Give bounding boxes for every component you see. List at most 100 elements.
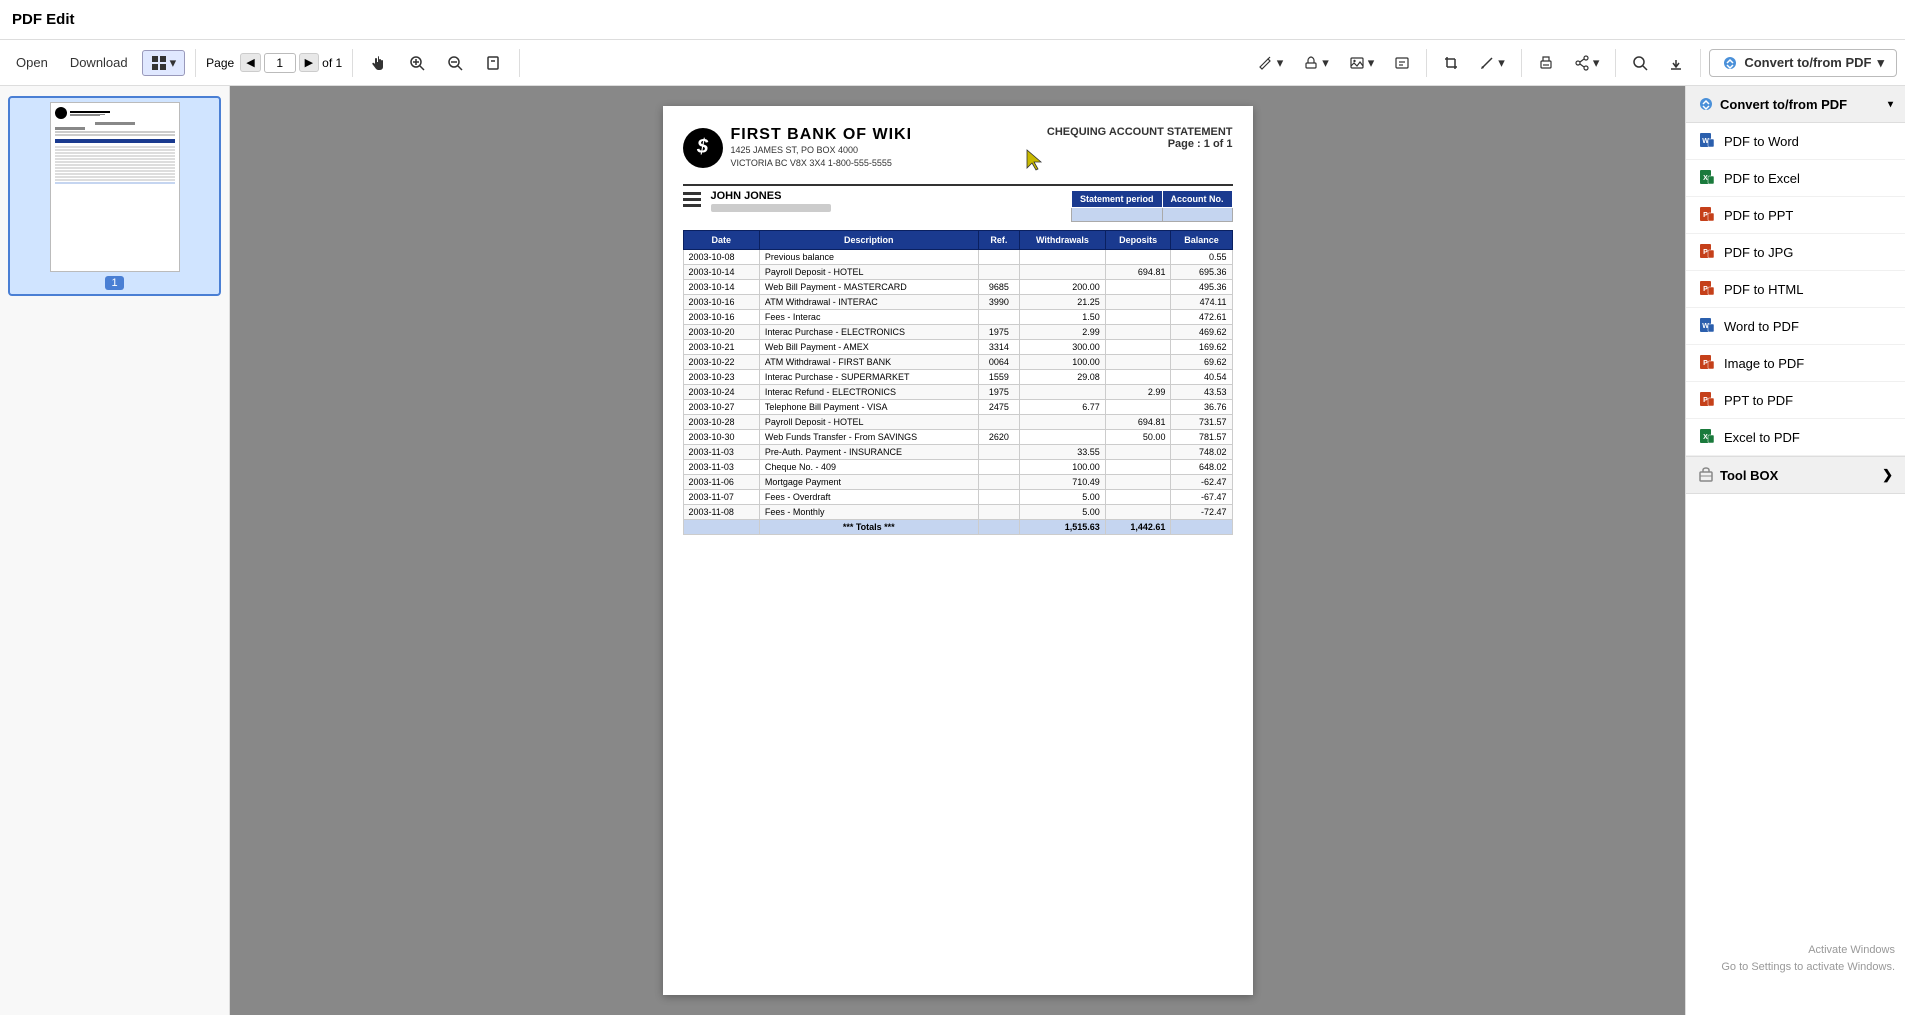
page-total: of 1 (322, 56, 342, 70)
statement-period-table: Statement period Account No. (1071, 190, 1233, 222)
cell-dep: 2.99 (1105, 385, 1171, 400)
convert-item-label: Excel to PDF (1724, 430, 1800, 445)
convert-item[interactable]: P PDF to PPT (1686, 197, 1905, 234)
form-button[interactable] (1386, 51, 1418, 75)
cell-with (1020, 265, 1106, 280)
print-button[interactable] (1530, 51, 1562, 75)
table-row: 2003-11-03 Pre-Auth. Payment - INSURANCE… (683, 445, 1232, 460)
convert-item-icon: P (1698, 354, 1716, 372)
canvas-area[interactable]: $ FIRST BANK OF WIKI 1425 JAMES ST, PO B… (230, 86, 1685, 1015)
convert-item[interactable]: P PPT to PDF (1686, 382, 1905, 419)
line2 (683, 198, 701, 201)
bank-logo-area: $ FIRST BANK OF WIKI 1425 JAMES ST, PO B… (683, 126, 913, 169)
sp-header-period: Statement period (1071, 191, 1162, 208)
fit-page-button[interactable] (477, 51, 509, 75)
convert-panel-header[interactable]: Convert to/from PDF ▾ (1686, 86, 1905, 123)
convert-item[interactable]: P PDF to HTML (1686, 271, 1905, 308)
toolbar: Open Download ▾ Page ◀ 1 ▶ of 1 (0, 40, 1905, 86)
convert-arrow: ▾ (1877, 55, 1884, 71)
cell-desc: Web Bill Payment - MASTERCARD (759, 280, 978, 295)
cell-desc: Fees - Overdraft (759, 490, 978, 505)
convert-item[interactable]: X PDF to Excel (1686, 160, 1905, 197)
separator-3 (519, 49, 520, 77)
bank-header: $ FIRST BANK OF WIKI 1425 JAMES ST, PO B… (683, 126, 1233, 169)
cell-bal: 40.54 (1171, 370, 1232, 385)
search-icon (409, 55, 425, 71)
cell-desc: Interac Refund - ELECTRONICS (759, 385, 978, 400)
convert-item[interactable]: W Word to PDF (1686, 308, 1905, 345)
convert-item-label: PDF to Word (1724, 134, 1799, 149)
bank-address-line2: VICTORIA BC V8X 3X4 1-800-555-5555 (731, 157, 913, 170)
app-title: PDF Edit (12, 11, 75, 28)
cell-ref: 3990 (978, 295, 1020, 310)
svg-text:X: X (1703, 175, 1708, 182)
separator-6 (1615, 49, 1616, 77)
cell-with: 29.08 (1020, 370, 1106, 385)
open-button[interactable]: Open (8, 51, 56, 74)
convert-panel-label: Convert to/from PDF (1720, 97, 1847, 112)
convert-item[interactable]: P Image to PDF (1686, 345, 1905, 382)
convert-item-icon: P (1698, 206, 1716, 224)
page-next-button[interactable]: ▶ (299, 53, 319, 72)
toolbox-header[interactable]: Tool BOX ❯ (1686, 456, 1905, 494)
cell-ref (978, 250, 1020, 265)
svg-text:X: X (1703, 434, 1708, 441)
download-button[interactable]: Download (62, 51, 136, 74)
bank-logo-icon: $ (683, 128, 723, 168)
hand-tool-button[interactable] (363, 51, 395, 75)
zoom-in-button[interactable] (401, 51, 433, 75)
separator-4 (1426, 49, 1427, 77)
cell-with: 100.00 (1020, 355, 1106, 370)
convert-dropdown-button[interactable]: Convert to/from PDF ▾ (1709, 49, 1897, 77)
crop-button[interactable] (1435, 51, 1467, 75)
stamp-button[interactable]: ▾ (1295, 51, 1337, 75)
table-row: 2003-11-06 Mortgage Payment 710.49 -62.4… (683, 475, 1232, 490)
cell-bal: 36.76 (1171, 400, 1232, 415)
search-button[interactable] (1624, 51, 1656, 75)
thumbnail-page-number-1: 1 (105, 276, 123, 290)
cell-dep (1105, 340, 1171, 355)
cell-with: 300.00 (1020, 340, 1106, 355)
cell-ref (978, 505, 1020, 520)
main-area: 1 $ FIRST BANK OF WIKI 1425 JAMES ST, PO… (0, 86, 1905, 1015)
zoom-out-button[interactable] (439, 51, 471, 75)
stamp-icon (1303, 55, 1319, 71)
cell-date: 2003-10-24 (683, 385, 759, 400)
thumbnail-page-1[interactable]: 1 (8, 96, 221, 296)
cell-ref: 2620 (978, 430, 1020, 445)
convert-item[interactable]: W PDF to Word (1686, 123, 1905, 160)
cell-date: 2003-11-06 (683, 475, 759, 490)
save-icon (1668, 55, 1684, 71)
page-number-input[interactable]: 1 (264, 53, 296, 73)
table-row: 2003-10-30 Web Funds Transfer - From SAV… (683, 430, 1232, 445)
crop-icon (1443, 55, 1459, 71)
convert-item-icon: W (1698, 132, 1716, 150)
convert-item-icon: P (1698, 391, 1716, 409)
share-icon (1574, 55, 1590, 71)
cell-dep: 50.00 (1105, 430, 1171, 445)
convert-item[interactable]: P PDF to JPG (1686, 234, 1905, 271)
convert-item-icon: W (1698, 317, 1716, 335)
convert-item-icon: P (1698, 280, 1716, 298)
view-toggle[interactable]: ▾ (142, 50, 186, 76)
cell-ref: 0064 (978, 355, 1020, 370)
convert-item[interactable]: X Excel to PDF (1686, 419, 1905, 456)
page-prev-button[interactable]: ◀ (240, 53, 260, 72)
draw-button[interactable]: ▾ (1471, 51, 1513, 75)
cell-date: 2003-10-14 (683, 280, 759, 295)
cell-date: 2003-11-03 (683, 460, 759, 475)
image-button[interactable]: ▾ (1341, 51, 1383, 75)
share-button[interactable]: ▾ (1566, 51, 1608, 75)
customer-info: JOHN JONES (711, 190, 831, 214)
cell-dep (1105, 490, 1171, 505)
cell-bal: -72.47 (1171, 505, 1232, 520)
view-toggle-arrow: ▾ (170, 55, 177, 71)
cell-bal: 169.62 (1171, 340, 1232, 355)
cell-date: 2003-10-30 (683, 430, 759, 445)
sp-period-value (1071, 208, 1162, 222)
cell-bal: 474.11 (1171, 295, 1232, 310)
cell-date: 2003-10-23 (683, 370, 759, 385)
save-button[interactable] (1660, 51, 1692, 75)
annotate-button[interactable]: ▾ (1250, 51, 1292, 75)
cell-desc: Cheque No. - 409 (759, 460, 978, 475)
